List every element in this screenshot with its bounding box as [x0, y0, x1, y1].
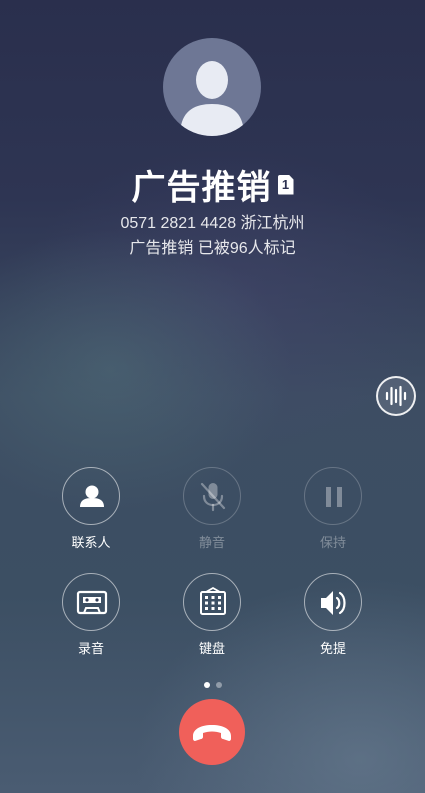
keypad-circle[interactable]	[183, 573, 241, 631]
page-dot-2	[215, 682, 222, 688]
keypad-label: 键盘	[198, 641, 225, 656]
page-dot-1	[203, 682, 210, 688]
speaker-button[interactable]: 免提	[288, 573, 378, 657]
speaker-circle[interactable]	[304, 573, 362, 631]
contact-person-icon	[80, 485, 104, 507]
mute-circle[interactable]	[183, 467, 241, 525]
contacts-circle[interactable]	[62, 467, 120, 525]
hold-label: 保持	[319, 535, 346, 550]
speaker-icon	[321, 591, 346, 615]
caller-number-location: 0571 2821 4428 浙江杭州	[120, 215, 305, 232]
hang-up-button[interactable]	[179, 699, 245, 765]
page-indicator	[0, 675, 425, 693]
speaker-label: 免提	[319, 641, 346, 656]
mute-button[interactable]: 静音	[167, 467, 257, 551]
record-circle[interactable]	[62, 573, 120, 631]
end-call-phone-icon	[193, 725, 231, 741]
contacts-label: 联系人	[71, 535, 111, 550]
sound-wave-icon	[385, 385, 407, 407]
mute-mic-icon	[200, 482, 226, 512]
contacts-button[interactable]: 联系人	[46, 467, 136, 551]
hold-circle[interactable]	[304, 467, 362, 525]
keypad-icon	[200, 586, 226, 615]
mute-label: 静音	[198, 535, 225, 550]
caller-name: 广告推销	[131, 169, 272, 207]
sim-card-badge: 1	[277, 174, 294, 195]
hold-button[interactable]: 保持	[288, 467, 378, 551]
caller-avatar	[163, 38, 261, 136]
keypad-button[interactable]: 键盘	[167, 573, 257, 657]
record-button[interactable]: 录音	[46, 573, 136, 657]
record-label: 录音	[77, 641, 104, 656]
voice-assistant-button[interactable]	[376, 376, 416, 416]
cassette-record-icon	[76, 590, 108, 615]
caller-tag-info: 广告推销 已被96人标记	[129, 240, 296, 257]
caller-name-row: 广告推销 1	[0, 160, 425, 209]
default-avatar-icon	[180, 61, 244, 136]
pause-icon	[326, 487, 342, 507]
